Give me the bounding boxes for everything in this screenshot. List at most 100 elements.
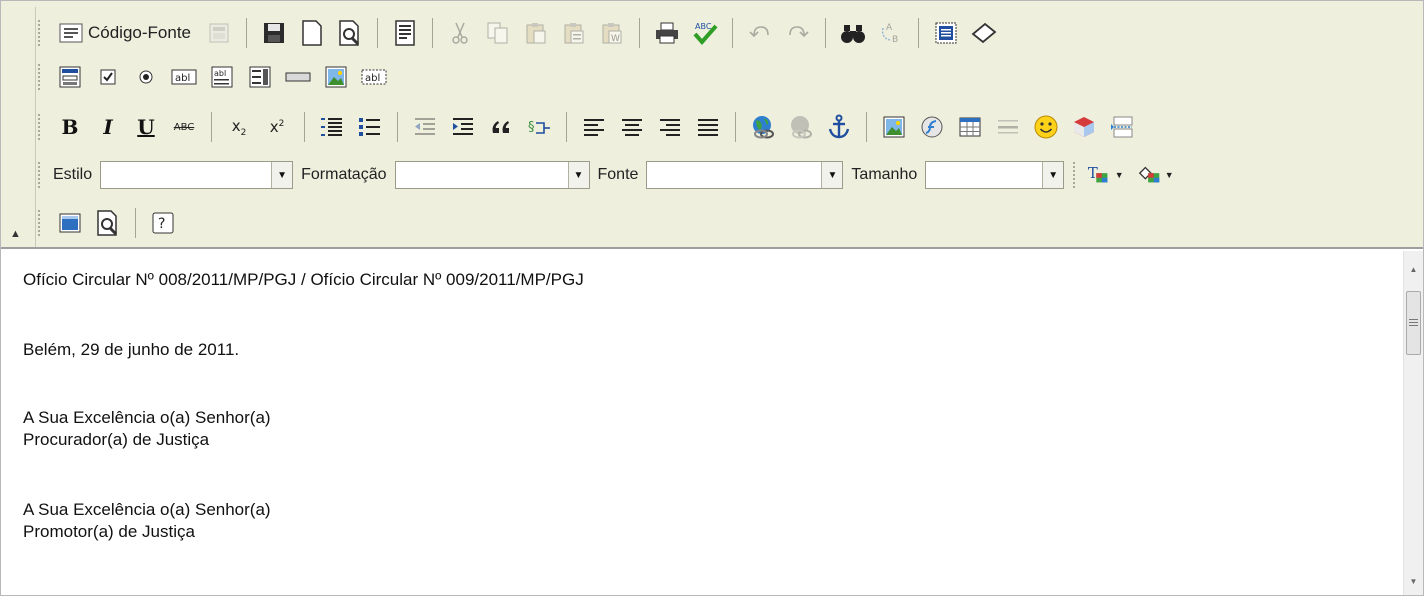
clipboard-word-icon: W	[599, 20, 625, 46]
maximize-button[interactable]	[54, 207, 86, 239]
italic-button[interactable]: I	[92, 111, 124, 143]
format-label: Formatação	[301, 166, 387, 183]
remove-format-button[interactable]	[968, 17, 1000, 49]
hidden-field-button[interactable]: abl	[358, 61, 390, 93]
toolbar-grip[interactable]	[37, 63, 41, 91]
background-color-button[interactable]: ▼	[1133, 159, 1177, 191]
source-button[interactable]: Código-Fonte	[54, 17, 197, 49]
size-combo[interactable]: ▼	[925, 161, 1065, 189]
toolbar-grip[interactable]	[37, 19, 41, 47]
special-char-button[interactable]	[1068, 111, 1100, 143]
select-field-button[interactable]	[244, 61, 276, 93]
vertical-scrollbar[interactable]: ▲ ▼	[1403, 251, 1423, 595]
div-container-icon: §	[526, 114, 552, 140]
style-value[interactable]	[101, 162, 272, 188]
scroll-up-icon[interactable]: ▲	[1404, 259, 1423, 279]
undo-button[interactable]	[744, 17, 776, 49]
bulleted-list-button[interactable]	[354, 111, 386, 143]
editor-content[interactable]: Ofício Circular Nº 008/2011/MP/PGJ / Ofí…	[11, 251, 1403, 595]
preview-button[interactable]	[334, 17, 366, 49]
page-break-button[interactable]	[1106, 111, 1138, 143]
save-template-button[interactable]	[203, 17, 235, 49]
save-button[interactable]	[258, 17, 290, 49]
table-button[interactable]	[954, 111, 986, 143]
underline-button[interactable]: U	[130, 111, 162, 143]
strike-button[interactable]: ABC	[168, 111, 200, 143]
text-color-button[interactable]: T ▼	[1083, 159, 1127, 191]
new-page-button[interactable]	[296, 17, 328, 49]
horizontal-rule-button[interactable]	[992, 111, 1024, 143]
text-field-button[interactable]: abl	[168, 61, 200, 93]
background-color-dropdown-icon: ▼	[1164, 170, 1174, 180]
scrollbar-thumb[interactable]	[1406, 291, 1421, 355]
scroll-down-icon[interactable]: ▼	[1404, 571, 1423, 591]
smiley-button[interactable]	[1030, 111, 1062, 143]
div-container-button[interactable]: §	[523, 111, 555, 143]
checkbox-button[interactable]	[92, 61, 124, 93]
numbered-list-button[interactable]	[316, 111, 348, 143]
copy-button[interactable]	[482, 17, 514, 49]
bold-icon: B	[61, 115, 79, 139]
spellcheck-button[interactable]: ABC	[689, 17, 721, 49]
anchor-button[interactable]	[823, 111, 855, 143]
toolbar-row-2: abl abl abl	[37, 59, 393, 95]
superscript-button[interactable]: x2	[261, 111, 293, 143]
bold-button[interactable]: B	[54, 111, 86, 143]
format-dropdown-arrow-icon[interactable]: ▼	[567, 162, 589, 188]
superscript-icon: x2	[270, 118, 285, 136]
toolbar-separator	[246, 18, 248, 48]
form-button[interactable]	[54, 61, 86, 93]
size-value[interactable]	[926, 162, 1043, 188]
flash-button[interactable]	[916, 111, 948, 143]
select-field-icon	[247, 64, 273, 90]
subscript-button[interactable]: x2	[223, 111, 255, 143]
print-button[interactable]	[651, 17, 683, 49]
paste-button[interactable]	[520, 17, 552, 49]
textarea-button[interactable]: abl	[206, 61, 238, 93]
toolbar-separator	[639, 18, 641, 48]
about-button[interactable]: ?	[147, 207, 179, 239]
unlink-button[interactable]	[785, 111, 817, 143]
size-dropdown-arrow-icon[interactable]: ▼	[1042, 162, 1064, 188]
blockquote-button[interactable]	[485, 111, 517, 143]
undo-icon	[747, 20, 773, 46]
find-button[interactable]	[837, 17, 869, 49]
toolbar-grip[interactable]	[37, 113, 41, 141]
content-line-addressee-1: A Sua Excelência o(a) Senhor(a)	[23, 408, 271, 427]
toolbar-grip[interactable]	[37, 161, 41, 189]
image-button-button[interactable]	[320, 61, 352, 93]
cut-button[interactable]	[444, 17, 476, 49]
paste-text-button[interactable]	[558, 17, 590, 49]
link-button[interactable]	[747, 111, 779, 143]
align-left-button[interactable]	[578, 111, 610, 143]
radio-button[interactable]	[130, 61, 162, 93]
style-dropdown-arrow-icon[interactable]: ▼	[271, 162, 293, 188]
templates-button[interactable]	[389, 17, 421, 49]
paste-word-button[interactable]: W	[596, 17, 628, 49]
show-blocks-button[interactable]	[92, 207, 124, 239]
format-combo[interactable]: ▼	[394, 161, 590, 189]
style-combo[interactable]: ▼	[100, 161, 294, 189]
format-value[interactable]	[395, 162, 568, 188]
redo-button[interactable]	[782, 17, 814, 49]
toolbar-separator	[377, 18, 379, 48]
font-dropdown-arrow-icon[interactable]: ▼	[821, 162, 843, 188]
align-right-button[interactable]	[654, 111, 686, 143]
thumb-grip-icon	[1409, 319, 1418, 326]
replace-button[interactable]: AB	[875, 17, 907, 49]
button-element-button[interactable]	[282, 61, 314, 93]
align-justify-button[interactable]	[692, 111, 724, 143]
collapse-toolbar-icon[interactable]: ▲	[10, 229, 21, 240]
indent-button[interactable]	[447, 111, 479, 143]
align-left-icon	[581, 114, 607, 140]
select-all-button[interactable]	[930, 17, 962, 49]
font-value[interactable]	[647, 162, 822, 188]
toolbar-grip[interactable]	[37, 209, 41, 237]
toolbar-separator	[566, 112, 567, 142]
font-combo[interactable]: ▼	[646, 161, 844, 189]
toolbar-grip[interactable]	[1072, 161, 1077, 189]
special-char-icon	[1071, 114, 1097, 140]
image-button[interactable]	[878, 111, 910, 143]
outdent-button[interactable]	[409, 111, 441, 143]
align-center-button[interactable]	[616, 111, 648, 143]
